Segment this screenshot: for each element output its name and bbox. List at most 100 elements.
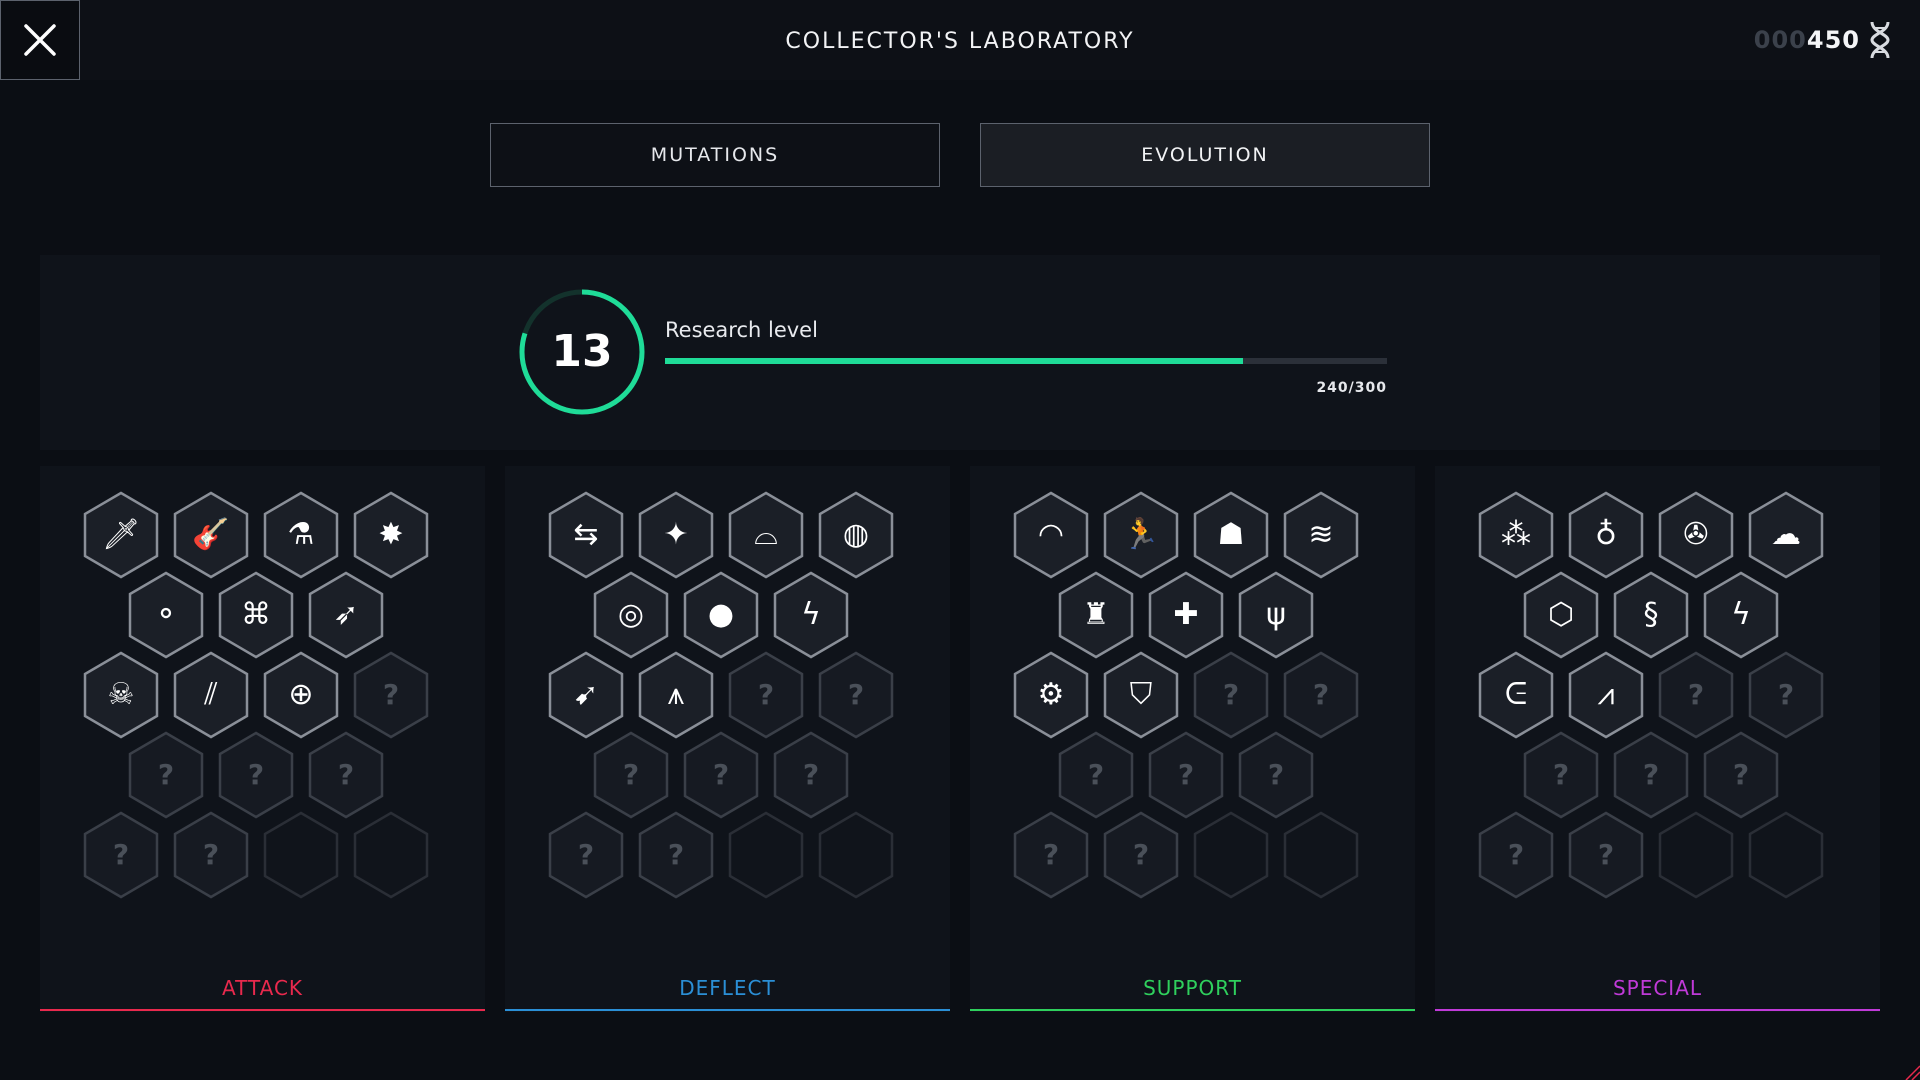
top-bar <box>0 0 1920 80</box>
mutation-slot[interactable]: ◠ <box>1011 490 1091 580</box>
locked-slot[interactable]: ? <box>726 650 806 740</box>
close-button[interactable] <box>0 0 80 80</box>
locked-slot[interactable]: ? <box>1611 730 1691 820</box>
category-label: DEFLECT <box>679 976 776 1000</box>
locked-slot[interactable]: ? <box>636 810 716 900</box>
mutation-slot[interactable]: ♁ <box>1566 490 1646 580</box>
category-underline <box>505 1009 950 1011</box>
locked-slot[interactable]: ? <box>681 730 761 820</box>
tab-evolution-label: EVOLUTION <box>1141 144 1269 166</box>
tab-mutations[interactable]: MUTATIONS <box>490 123 940 187</box>
research-progress-bar <box>665 358 1387 364</box>
mutation-slot[interactable]: ➶ <box>306 570 386 660</box>
category-underline <box>1435 1009 1880 1011</box>
close-icon <box>24 24 56 56</box>
locked-slot[interactable]: ? <box>816 650 896 740</box>
locked-slot[interactable]: ? <box>126 730 206 820</box>
mutation-slot[interactable]: ⊕ <box>261 650 341 740</box>
locked-slot[interactable]: ? <box>591 730 671 820</box>
mutation-slot[interactable]: ⚙ <box>1011 650 1091 740</box>
locked-slot[interactable]: ? <box>1236 730 1316 820</box>
mutation-slot[interactable]: ☁ <box>1746 490 1826 580</box>
mutation-slot[interactable]: ⬡ <box>1521 570 1601 660</box>
mutation-slot[interactable]: ◍ <box>816 490 896 580</box>
category-panel-special: ⁂ ♁ ✇ ☁ ⬡ § ϟ ᕮ ⩘??????? SPECIAL <box>1435 466 1880 1012</box>
empty-slot <box>1746 810 1826 900</box>
tab-mutations-label: MUTATIONS <box>650 144 780 166</box>
mutation-slot[interactable]: ◎ <box>591 570 671 660</box>
locked-slot[interactable]: ? <box>771 730 851 820</box>
tab-evolution[interactable]: EVOLUTION <box>980 123 1430 187</box>
empty-slot <box>1191 810 1271 900</box>
mutation-slot[interactable]: § <box>1611 570 1691 660</box>
mutation-slot[interactable]: ⌓ <box>726 490 806 580</box>
mutation-slot[interactable]: 🏃 <box>1101 490 1181 580</box>
mutation-slot[interactable]: ✦ <box>636 490 716 580</box>
category-label: ATTACK <box>221 976 304 1000</box>
mutation-slot[interactable]: ᕮ <box>1476 650 1556 740</box>
mutation-slot[interactable]: ⛉ <box>1101 650 1181 740</box>
locked-slot[interactable]: ? <box>1191 650 1271 740</box>
mutation-slot[interactable]: ⚬ <box>126 570 206 660</box>
locked-slot[interactable]: ? <box>1146 730 1226 820</box>
mutation-slot[interactable]: ψ <box>1236 570 1316 660</box>
locked-slot[interactable]: ? <box>1281 650 1361 740</box>
research-progress-fill <box>665 358 1243 364</box>
empty-slot <box>726 810 806 900</box>
empty-slot <box>816 810 896 900</box>
mutation-slot[interactable]: ✇ <box>1656 490 1736 580</box>
mutation-slot[interactable]: ⌘ <box>216 570 296 660</box>
mutation-slot[interactable]: ⫽ <box>171 650 251 740</box>
mutation-slot[interactable]: ♜ <box>1056 570 1136 660</box>
research-level-number: 13 <box>551 326 613 377</box>
locked-slot[interactable]: ? <box>1521 730 1601 820</box>
mutation-slot[interactable]: ⚗ <box>261 490 341 580</box>
corner-mark-icon <box>1905 1065 1920 1080</box>
locked-slot[interactable]: ? <box>306 730 386 820</box>
category-panel-deflect: ⇆ ✦ ⌓ ◍ ◎ ● ϟ ➹ ⩚??????? DEFLECT <box>505 466 950 1012</box>
locked-slot[interactable]: ? <box>546 810 626 900</box>
mutation-slot[interactable]: ϟ <box>771 570 851 660</box>
category-label: SPECIAL <box>1612 976 1703 1000</box>
mutation-slot[interactable]: ϟ <box>1701 570 1781 660</box>
locked-slot[interactable]: ? <box>1566 810 1646 900</box>
dna-icon <box>1870 21 1890 59</box>
mutation-slot[interactable]: ● <box>681 570 761 660</box>
locked-slot[interactable]: ? <box>171 810 251 900</box>
category-underline <box>970 1009 1415 1011</box>
locked-slot[interactable]: ? <box>1011 810 1091 900</box>
empty-slot <box>1281 810 1361 900</box>
research-progress-count: 240/300 <box>1316 380 1387 396</box>
locked-slot[interactable]: ? <box>1656 650 1736 740</box>
locked-slot[interactable]: ? <box>1101 810 1181 900</box>
locked-slot[interactable]: ? <box>351 650 431 740</box>
locked-slot[interactable]: ? <box>1056 730 1136 820</box>
mutation-slot[interactable]: 🎸 <box>171 490 251 580</box>
mutation-slot[interactable]: ⁂ <box>1476 490 1556 580</box>
empty-slot <box>261 810 341 900</box>
research-panel <box>40 255 1880 450</box>
category-underline <box>40 1009 485 1011</box>
currency-value: 450 <box>1806 26 1860 54</box>
category-label: SUPPORT <box>1143 976 1242 1000</box>
mutation-slot[interactable]: ⇆ <box>546 490 626 580</box>
locked-slot[interactable]: ? <box>216 730 296 820</box>
mutation-slot[interactable]: ➹ <box>546 650 626 740</box>
locked-slot[interactable]: ? <box>1746 650 1826 740</box>
category-panel-support: ◠ 🏃 ☗ ≋ ♜ ✚ ψ ⚙ ⛉??????? SUPPORT <box>970 466 1415 1012</box>
mutation-slot[interactable]: ✚ <box>1146 570 1226 660</box>
mutation-slot[interactable]: ≋ <box>1281 490 1361 580</box>
mutation-slot[interactable]: ☠ <box>81 650 161 740</box>
mutation-slot[interactable]: ☗ <box>1191 490 1271 580</box>
mutation-slot[interactable]: ⩚ <box>636 650 716 740</box>
locked-slot[interactable]: ? <box>1701 730 1781 820</box>
locked-slot[interactable]: ? <box>1476 810 1556 900</box>
category-panel-attack: 🗡 🎸 ⚗ ✸ ⚬ ⌘ ➶ ☠ ⫽ ⊕?????? ATTACK <box>40 466 485 1012</box>
empty-slot <box>351 810 431 900</box>
mutation-slot[interactable]: 🗡 <box>81 490 161 580</box>
currency-counter: 000450 <box>1754 26 1860 54</box>
mutation-slot[interactable]: ⩘ <box>1566 650 1646 740</box>
empty-slot <box>1656 810 1736 900</box>
mutation-slot[interactable]: ✸ <box>351 490 431 580</box>
locked-slot[interactable]: ? <box>81 810 161 900</box>
